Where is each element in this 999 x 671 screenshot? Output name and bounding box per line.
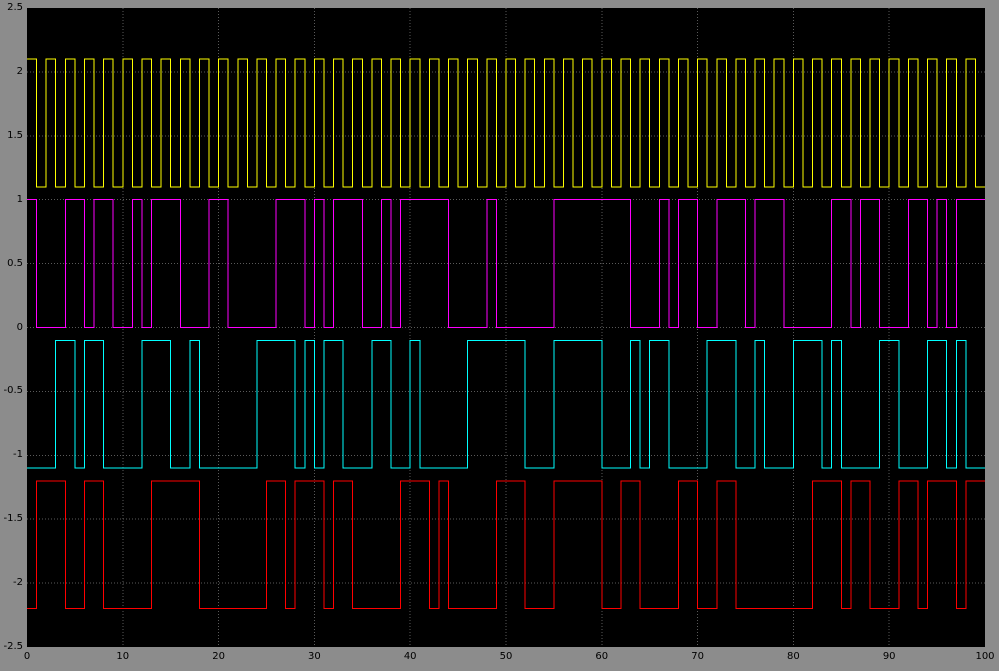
x-tick-label: 40 — [403, 651, 417, 662]
y-tick-label: 2.5 — [7, 2, 23, 13]
x-tick-label: 90 — [882, 651, 896, 662]
x-tick-label: 80 — [787, 651, 800, 662]
y-tick-label: 1.5 — [7, 129, 23, 141]
scope-figure: 0 10 20 30 40 50 60 70 80 90 100 2.5 2 1.5 1 0.5 0 -0.5 -1… — [0, 0, 999, 671]
trace-yellow-clock — [27, 58, 985, 188]
scope-plot — [27, 8, 985, 647]
y-tick-label: -2.5 — [3, 641, 23, 652]
y-tick-label: 1 — [16, 193, 23, 205]
y-tick-label: -1.5 — [3, 513, 23, 525]
y-tick-label: -0.5 — [3, 385, 23, 397]
x-tick-label: 10 — [116, 651, 130, 662]
y-tick-label: 0.5 — [7, 257, 23, 269]
x-tick-label: 50 — [499, 651, 513, 662]
x-tick-label: 30 — [308, 651, 321, 662]
y-tick-label: -1 — [13, 449, 23, 461]
y-tick-label: 0 — [16, 321, 23, 333]
x-tick-label: 100 — [975, 651, 995, 662]
x-tick-label: 60 — [595, 651, 609, 662]
y-tick-label: 2 — [16, 65, 23, 77]
y-tick-label: -2 — [13, 577, 23, 589]
x-tick-label: 70 — [691, 651, 704, 662]
x-tick-label: 0 — [23, 651, 31, 662]
x-tick-label: 20 — [212, 651, 225, 662]
